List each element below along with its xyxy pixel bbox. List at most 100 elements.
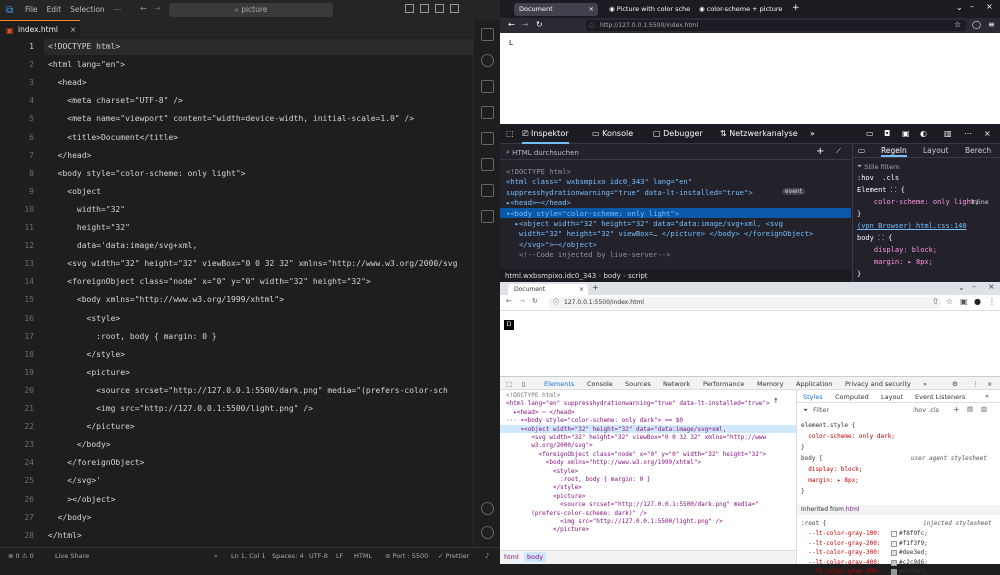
html-search[interactable]: ⌕ HTML durchsuchen + ⟋ [500,146,851,160]
tab-list-icon[interactable]: ⌄ [956,3,963,12]
element-line[interactable]: <foreignObject class="node" x="0" y="0" … [506,451,767,458]
code-line[interactable]: <body style="color-scheme: only light"> [48,169,246,178]
close-window-icon[interactable]: × [986,2,993,11]
code-line[interactable]: :root, body { margin: 0 } [48,332,216,341]
tab-console[interactable]: Console [587,380,613,388]
close-devtools-icon[interactable]: × [984,129,991,138]
markup-line[interactable]: width="32" height="32" viewBox=… </pictu… [506,229,813,238]
more-options-icon[interactable]: ⋮ [972,380,979,388]
markup-line[interactable]: ▸<head>⋯</head> [506,198,571,207]
accessibility-icon[interactable]: ☨ [774,397,778,405]
profile-icon[interactable]: ● [974,297,981,306]
accounts-icon[interactable] [481,502,494,515]
manage-gear-icon[interactable] [481,526,494,539]
tab-memory[interactable]: Memory [757,380,783,388]
menu-edit[interactable]: Edit [47,5,62,14]
tab-regeln[interactable]: Regeln [881,146,907,157]
menu-more-icon[interactable]: ⋯ [114,5,122,14]
code-line[interactable]: <svg width="32" height="32" viewBox="0 0… [48,259,457,268]
hov-cls-toggle[interactable]: :hov .cls [912,406,939,414]
code-line[interactable]: </body> [48,513,92,522]
tab-privacy-security[interactable]: Privacy and security [845,380,911,388]
layout-toggle-icon[interactable] [405,4,414,13]
extensions-icon[interactable] [481,132,494,145]
color-swatch-icon[interactable] [891,531,897,537]
breadcrumb-body[interactable]: body [603,272,620,280]
more-tabs-icon[interactable]: » [810,129,815,138]
responsive-icon[interactable]: ▭ [866,129,874,138]
code-line[interactable]: height="32" [48,223,130,232]
panel-toggle-icon[interactable] [420,4,429,13]
breadcrumb-html[interactable]: html.wxbsmpixo.idc0_343 [505,272,596,280]
code-line[interactable]: <meta name="viewport" content="width=dev… [48,114,414,123]
code-line[interactable]: </body> [48,440,111,449]
close-window-icon[interactable]: × [988,282,995,291]
extensions-icon[interactable]: ▣ [960,297,968,306]
search-icon[interactable] [481,54,494,67]
new-rule-icon[interactable]: + [953,405,960,414]
end-of-line[interactable]: LF [336,552,343,560]
back-arrow-icon[interactable]: ← [140,4,147,13]
tab-index-html[interactable]: ▣ index.html × [0,20,80,39]
tab-application[interactable]: Application [796,380,832,388]
tab-event-listeners[interactable]: Event Listeners [915,393,965,401]
code-line[interactable]: data='data:image/svg+xml, [48,241,197,250]
sidebar-toggle-icon[interactable]: ▭ [858,146,865,155]
screenshot-icon[interactable]: ◘ [884,129,890,138]
code-line[interactable]: <picture> [48,368,130,377]
frame-icon[interactable]: ▣ [902,129,910,138]
indentation[interactable]: Spaces: 4 [272,552,304,560]
more-options-icon[interactable]: ⋯ [964,129,972,138]
notifications-bell-icon[interactable]: ♪ [485,552,489,560]
toggle-element-state-icon[interactable]: ▤ [967,405,973,413]
color-swatch-icon[interactable] [891,550,897,556]
close-icon[interactable]: × [579,284,584,295]
element-line[interactable]: <style> [506,468,578,475]
markup-line[interactable]: ▾<body style="color-scheme: only light"> [506,209,679,218]
tab-document[interactable]: Document × [514,3,598,16]
sidebar-toggle-icon[interactable] [435,4,444,13]
zoom-icon[interactable]: ⌕ [214,552,218,561]
styles-filter[interactable]: ⏷ Filter :hov .cls + ▤ ▥ [801,405,997,416]
prettier-status[interactable]: ✓ Prettier [438,552,469,560]
element-line[interactable]: <svg width="32" height="32" viewBox="0 0… [506,434,766,441]
element-line[interactable]: <html lang="en" suppresshydrationwarning… [506,400,770,407]
tab-debugger[interactable]: ▢ Debugger [653,129,703,138]
tab-color-scheme[interactable]: ◉ color-scheme + picture in [694,3,789,26]
element-line[interactable]: <source srcset="http://127.0.0.1:5500/da… [506,501,759,508]
event-badge[interactable]: event [782,187,806,195]
tab-inspektor[interactable]: ⎚ Inspektor [522,129,569,144]
source-control-icon[interactable] [481,80,494,93]
menu-file[interactable]: File [25,5,38,14]
element-line[interactable]: w3.org/2000/svg"> [506,442,592,449]
dock-icon[interactable]: ▥ [944,129,952,138]
settings-gear-icon[interactable]: ⚙ [952,380,958,388]
add-node-icon[interactable]: + [816,146,824,157]
breadcrumb-html[interactable]: html [504,553,519,561]
elements-tree[interactable]: <!DOCTYPE html> <html lang="en" suppressh… [500,390,796,550]
run-debug-icon[interactable] [481,106,494,119]
markup-view[interactable]: ⌕ HTML durchsuchen + ⟋ <!DOCTYPE html> <h… [500,144,851,270]
code-line[interactable]: <!DOCTYPE html> [48,42,120,51]
code-line[interactable]: <meta charset="UTF-8" /> [48,96,183,105]
breadcrumb-script[interactable]: script [628,272,648,280]
color-swatch-icon[interactable] [891,569,897,575]
element-line[interactable]: <body xmlns="http://www.w3.org/1999/xhtm… [506,459,701,466]
inline-source[interactable]: Inline [971,198,989,206]
live-share-icon[interactable] [481,184,494,197]
files-icon[interactable] [481,28,494,41]
element-line[interactable]: <img src="http://127.0.0.1:5500/light.pn… [506,518,723,525]
element-line[interactable]: </picture> [506,526,589,533]
bookmark-star-icon[interactable]: ☆ [946,297,953,306]
tab-styles[interactable]: Styles [803,393,823,401]
markup-line[interactable]: </svg>">⋯</object> [506,240,597,249]
problems-count[interactable]: ⊗ 0 ⚠ 0 [8,552,34,560]
back-icon[interactable]: ← [508,20,515,29]
code-line[interactable]: <source srcset="http://127.0.0.1:5500/da… [48,386,448,395]
markup-line[interactable]: <!--Code injected by live-server--> [506,250,670,259]
live-server-port[interactable]: ⊘ Port : 5500 [385,552,428,560]
menu-selection[interactable]: Selection [70,5,105,14]
inspect-icon[interactable]: ⬚ [506,380,512,388]
tab-netzwerkanalyse[interactable]: ⇅ Netzwerkanalyse [720,129,798,138]
element-line[interactable]: :root, body { margin: 0 } [506,476,650,483]
